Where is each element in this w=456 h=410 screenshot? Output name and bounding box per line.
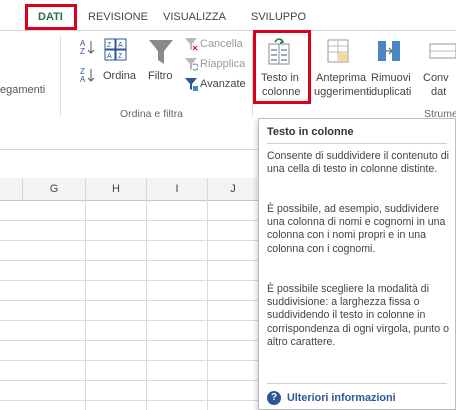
grid-column-line <box>146 200 147 410</box>
ribbon-separator <box>60 36 61 116</box>
tab-dati-highlight <box>25 4 77 30</box>
tooltip-paragraph-1: Consente di suddividere il contenuto di … <box>267 150 449 176</box>
help-icon: ? <box>267 391 281 405</box>
svg-text:Z: Z <box>107 42 112 49</box>
reapply-filter-button[interactable]: Riapplica <box>200 58 245 70</box>
text-to-columns-highlight[interactable] <box>253 30 311 104</box>
svg-text:A: A <box>118 42 123 49</box>
flash-fill-label-line2[interactable]: uggerimenti <box>314 86 371 98</box>
grid-column-line <box>207 200 208 410</box>
tooltip-paragraph-3: È possibile scegliere la modalità di sud… <box>267 283 449 348</box>
remove-duplicates-icon <box>376 38 402 64</box>
filter-icon[interactable] <box>148 38 174 66</box>
tooltip-paragraph-2: È possibile, ad esempio, suddividere una… <box>267 203 446 255</box>
sort-az-button[interactable]: A Z <box>78 38 100 56</box>
svg-text:A: A <box>80 75 86 84</box>
data-validation-label-line1[interactable]: Conv <box>423 72 449 84</box>
advanced-filter-button[interactable]: Avanzate <box>200 78 246 90</box>
column-header-j[interactable]: J <box>208 178 259 201</box>
column-header-h[interactable]: H <box>86 178 147 201</box>
filter-button-label[interactable]: Filtro <box>148 70 172 82</box>
data-validation-label-line2[interactable]: dat <box>431 86 446 98</box>
remove-duplicates-label-line2[interactable]: duplicati <box>371 86 411 98</box>
sort-za-icon: Z A <box>80 67 95 84</box>
collegamenti-partial-label[interactable]: egamenti <box>0 84 45 96</box>
tab-visualizza[interactable]: VISUALIZZA <box>163 6 226 28</box>
sort-az-icon: A Z <box>80 39 95 56</box>
tooltip-divider <box>267 383 447 384</box>
flash-fill-icon <box>326 38 350 64</box>
grid-column-line <box>85 200 86 410</box>
remove-duplicates-label-line1[interactable]: Rimuovi <box>371 72 411 84</box>
svg-text:Z: Z <box>118 53 123 60</box>
tooltip-title: Testo in colonne <box>267 126 354 138</box>
column-header-partial[interactable] <box>0 178 23 201</box>
help-link-text[interactable]: Ulteriori informazioni <box>287 392 396 404</box>
help-link[interactable]: ? Ulteriori informazioni <box>267 391 396 405</box>
data-validation-icon <box>428 40 456 62</box>
svg-text:Z: Z <box>80 47 85 56</box>
column-header-g[interactable]: G <box>23 178 86 201</box>
sort-za-button[interactable]: Z A <box>78 66 100 84</box>
column-header-i[interactable]: I <box>147 178 208 201</box>
sort-button-label[interactable]: Ordina <box>103 70 136 82</box>
clear-filter-icon <box>184 37 198 51</box>
svg-text:A: A <box>107 53 112 60</box>
tab-revisione[interactable]: REVISIONE <box>88 6 148 28</box>
advanced-filter-icon <box>184 77 198 91</box>
reapply-filter-icon <box>184 57 199 71</box>
sort-dialog-icon[interactable]: Z A A Z <box>104 38 128 62</box>
tab-sviluppo[interactable]: SVILUPPO <box>251 6 306 28</box>
clear-filter-button[interactable]: Cancella <box>200 38 243 50</box>
flash-fill-label-line1[interactable]: Anteprima <box>316 72 366 84</box>
tooltip-divider <box>267 143 447 144</box>
tooltip-text-to-columns: Testo in colonne Consente di suddividere… <box>258 118 456 410</box>
